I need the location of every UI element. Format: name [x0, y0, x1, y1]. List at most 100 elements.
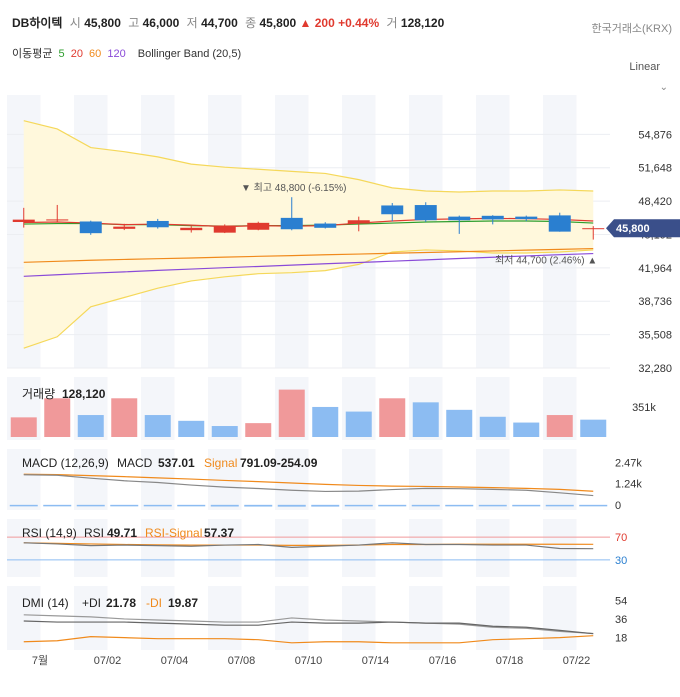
volume-bar	[178, 420, 205, 437]
high-annotation: ▼ 최고 48,800 (-6.15%)	[241, 182, 347, 194]
volume-bar	[44, 398, 71, 437]
stripe-4-16	[543, 586, 577, 650]
candle-body	[448, 216, 471, 221]
dmi-minus-di-value: 19.87	[168, 596, 198, 610]
candle-body	[381, 205, 404, 215]
candle-body	[247, 222, 270, 230]
volume-bar	[111, 398, 138, 437]
dmi-y-tick: 54	[615, 595, 627, 607]
dmi-minus-di-label: -DI	[146, 596, 162, 610]
dmi-plus-di-value: 21.78	[106, 596, 136, 610]
rsi-value: 49.71	[107, 526, 137, 540]
volume-title: 거래량	[22, 387, 55, 401]
volume-bar	[379, 398, 406, 437]
x-tick-label: 07/16	[429, 655, 457, 667]
x-tick-label: 07/10	[295, 655, 323, 667]
stripe-3-10	[342, 519, 376, 577]
volume-bar	[412, 402, 439, 437]
price-y-tick: 32,280	[638, 363, 672, 375]
candle-body	[79, 221, 102, 234]
stripe-3-12	[409, 519, 443, 577]
price-y-tick: 38,736	[638, 296, 672, 308]
x-tick-label: 07/04	[161, 655, 189, 667]
candle-body	[46, 219, 69, 221]
macd-y-tick: 1.24k	[615, 479, 642, 491]
macd-signal-label: Signal	[204, 456, 237, 470]
macd-signal-value: 791.09-254.09	[240, 456, 318, 470]
candle-body	[113, 226, 136, 229]
price-y-tick: 51,648	[638, 163, 672, 175]
macd-hist-bar	[76, 504, 105, 507]
volume-bar	[479, 416, 506, 437]
price-y-tick: 54,876	[638, 129, 672, 141]
macd-y-tick: 0	[615, 500, 621, 512]
stripe-3-14	[476, 519, 510, 577]
volume-bar	[446, 409, 473, 437]
macd-hist-bar	[277, 504, 306, 507]
volume-bar	[513, 422, 540, 437]
macd-hist-bar	[512, 504, 541, 507]
macd-hist-bar	[210, 504, 239, 507]
macd-hist-bar	[9, 504, 38, 507]
stripe-2-12	[409, 449, 443, 510]
rsi-label: RSI	[84, 526, 104, 540]
macd-hist-bar	[344, 504, 373, 507]
macd-hist-bar	[43, 504, 72, 507]
macd-hist-bar	[579, 504, 608, 507]
macd-hist-bar	[110, 504, 139, 507]
dmi-y-tick: 36	[615, 614, 627, 626]
rsi-title: RSI (14,9)	[22, 526, 77, 540]
volume-bar	[345, 411, 372, 437]
dmi-y-tick: 18	[615, 633, 627, 645]
macd-hist-bar	[545, 504, 574, 507]
price-y-tick: 48,420	[638, 196, 672, 208]
x-tick-label: 07/08	[228, 655, 256, 667]
rsi-signal-value: 57.37	[204, 526, 234, 540]
rsi-y-tick-70: 70	[615, 532, 627, 544]
macd-y-tick: 2.47k	[615, 457, 642, 469]
macd-hist-bar	[378, 504, 407, 507]
candle-body	[180, 227, 203, 231]
candle-body	[515, 216, 538, 220]
x-tick-label: 07/22	[563, 655, 591, 667]
volume-bar	[278, 389, 305, 437]
candle-body	[481, 215, 504, 220]
rsi-y-tick-30: 30	[615, 555, 627, 567]
volume-bar	[144, 415, 171, 437]
candle-body	[280, 217, 303, 230]
macd-value: 537.01	[158, 456, 195, 470]
dmi-plus-di-label: +DI	[82, 596, 101, 610]
x-tick-label: 07/14	[362, 655, 390, 667]
x-tick-label: 7월	[32, 654, 48, 667]
macd-hist-bar	[311, 504, 340, 507]
macd-hist-bar	[478, 504, 507, 507]
macd-hist-bar	[244, 504, 273, 507]
volume-value-label: 128,120	[62, 387, 106, 401]
candle-body	[582, 228, 605, 230]
candle-body	[414, 205, 437, 221]
stripe-2-16	[543, 449, 577, 510]
x-tick-label: 07/02	[94, 655, 122, 667]
volume-bar	[77, 415, 104, 437]
stripe-4-12	[409, 586, 443, 650]
volume-bar	[546, 415, 573, 437]
dmi-title: DMI (14)	[22, 596, 69, 610]
volume-bar	[580, 419, 607, 437]
price-y-tick: 35,508	[638, 330, 672, 342]
stripe-2-10	[342, 449, 376, 510]
macd-hist-bar	[143, 504, 172, 507]
candle-body	[12, 219, 35, 223]
volume-bar	[312, 406, 339, 437]
candle-body	[146, 220, 169, 228]
candle-body	[548, 215, 571, 232]
candle-body	[314, 223, 337, 228]
last-price-label: 45,800	[616, 223, 650, 235]
chart-canvas[interactable]: 54,87651,64848,42045,19241,96438,73635,5…	[0, 0, 680, 697]
volume-bar	[10, 417, 37, 437]
macd-hist-bar	[177, 504, 206, 507]
x-tick-label: 07/18	[496, 655, 524, 667]
macd-hist-bar	[411, 504, 440, 507]
price-y-tick: 41,964	[638, 263, 672, 275]
low-annotation: 최저 44,700 (2.46%) ▲	[495, 255, 597, 267]
rsi-signal-label: RSI-Signal	[145, 526, 202, 540]
